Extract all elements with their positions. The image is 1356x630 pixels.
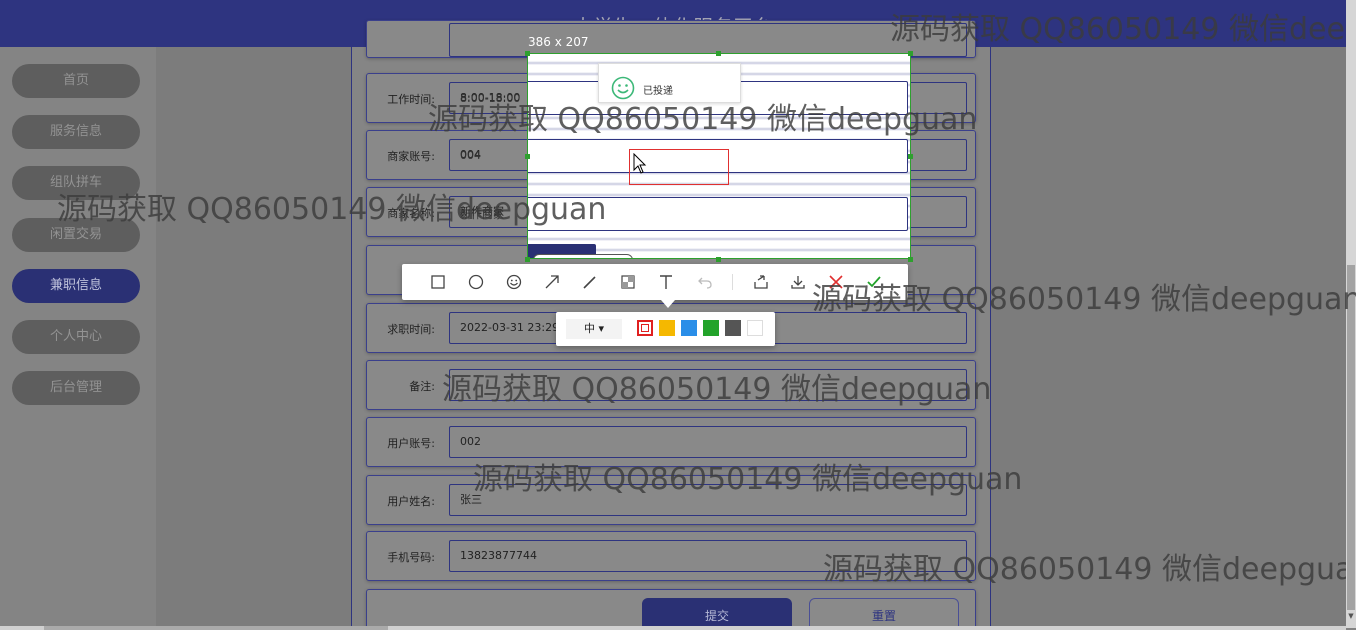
user-name-label: 用户姓名: xyxy=(387,495,435,508)
success-toast-text: 已投递 xyxy=(643,86,673,97)
form-row-remark: 备注: xyxy=(366,360,976,410)
resize-handle-bl[interactable] xyxy=(525,257,530,262)
color-swatch-gray[interactable] xyxy=(725,320,741,336)
capture-toolbar xyxy=(402,264,908,300)
merchant-name-label: 商家名称: xyxy=(387,207,435,220)
success-toast: 已投递 xyxy=(598,63,741,103)
form-row-user-account: 用户账号: 002 xyxy=(366,417,976,467)
toolbar-separator xyxy=(732,274,733,290)
remark-label: 备注: xyxy=(409,380,435,393)
sidebar-item-home[interactable]: 首页 xyxy=(12,64,140,98)
phone-input[interactable]: 13823877744 xyxy=(449,540,967,572)
cancel-tool-icon[interactable] xyxy=(821,264,851,300)
resize-handle-t[interactable] xyxy=(716,51,721,56)
sidebar-item-second-hand[interactable]: 闲置交易 xyxy=(12,218,140,252)
merchant-account-label: 商家账号: xyxy=(387,150,435,163)
form-row-user-name: 用户姓名: 张三 xyxy=(366,475,976,525)
apply-time-label: 求职时间: xyxy=(387,323,435,336)
selection-merchant-account-text: 004 xyxy=(460,149,481,162)
sidebar-item-profile[interactable]: 个人中心 xyxy=(12,320,140,354)
user-account-input[interactable]: 002 xyxy=(449,426,967,458)
horizontal-scroll-thumb[interactable] xyxy=(44,626,388,630)
emoji-tool-icon[interactable] xyxy=(499,264,529,300)
arrow-tool-icon[interactable] xyxy=(537,264,567,300)
sidebar-item-carpool[interactable]: 组队拼车 xyxy=(12,166,140,200)
resize-handle-tl[interactable] xyxy=(525,51,530,56)
text-tool-icon[interactable] xyxy=(651,264,681,300)
undo-tool-icon[interactable] xyxy=(690,264,720,300)
color-swatch-blue[interactable] xyxy=(681,320,697,336)
download-tool-icon[interactable] xyxy=(783,264,813,300)
toolbar-pointer xyxy=(661,300,675,308)
resize-handle-tr[interactable] xyxy=(908,51,913,56)
sidebar-item-part-time[interactable]: 兼职信息 xyxy=(12,269,140,303)
scroll-down-arrow-icon[interactable]: ▼ xyxy=(1346,612,1356,620)
selection-merchant-name-input xyxy=(528,197,908,231)
selected-color-indicator xyxy=(641,324,649,332)
color-swatch-white[interactable] xyxy=(747,320,763,336)
resize-handle-l[interactable] xyxy=(525,154,530,159)
ellipse-tool-icon[interactable] xyxy=(461,264,491,300)
sidebar-item-admin[interactable]: 后台管理 xyxy=(12,371,140,405)
remark-input[interactable] xyxy=(449,369,967,401)
color-swatch-green[interactable] xyxy=(703,320,719,336)
selection-merchant-name-text: 新作商家 xyxy=(460,208,504,221)
mosaic-tool-icon[interactable] xyxy=(613,264,643,300)
color-swatch-red[interactable] xyxy=(637,320,653,336)
phone-label: 手机号码: xyxy=(387,551,435,564)
form-row-phone: 手机号码: 13823877744 xyxy=(366,531,976,581)
resize-handle-br[interactable] xyxy=(908,257,913,262)
resize-handle-r[interactable] xyxy=(908,154,913,159)
vertical-scroll-thumb[interactable] xyxy=(1347,265,1355,610)
sidebar-item-service-info[interactable]: 服务信息 xyxy=(12,115,140,149)
user-name-input[interactable]: 张三 xyxy=(449,484,967,516)
user-account-label: 用户账号: xyxy=(387,437,435,450)
color-swatch-yellow[interactable] xyxy=(659,320,675,336)
selection-file-box xyxy=(533,254,633,258)
smile-icon xyxy=(611,76,635,104)
rectangle-tool-icon[interactable] xyxy=(423,264,453,300)
work-time-label: 工作时间: xyxy=(387,93,435,106)
selection-work-time-text: 8:00-18:00 xyxy=(460,92,521,105)
confirm-tool-icon[interactable] xyxy=(859,264,889,300)
resize-handle-b[interactable] xyxy=(716,257,721,262)
share-tool-icon[interactable] xyxy=(746,264,776,300)
color-picker-bar: 中 ▾ xyxy=(556,312,775,346)
font-size-select[interactable]: 中 ▾ xyxy=(566,319,622,339)
pen-tool-icon[interactable] xyxy=(575,264,605,300)
mouse-cursor-icon xyxy=(633,152,647,179)
capture-size-label: 386 x 207 xyxy=(528,35,589,49)
